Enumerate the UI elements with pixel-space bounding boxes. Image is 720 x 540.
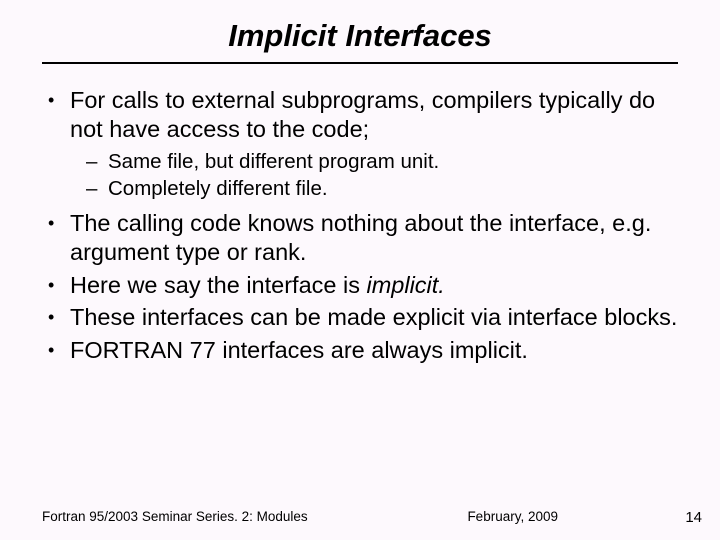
bullet-item: The calling code knows nothing about the… [42,209,678,266]
sub-bullet-item: Same file, but different program unit. [86,149,678,174]
footer-left: Fortran 95/2003 Seminar Series. 2: Modul… [42,509,308,524]
bullet-item: These interfaces can be made explicit vi… [42,303,678,332]
footer: Fortran 95/2003 Seminar Series. 2: Modul… [42,509,678,524]
slide-title: Implicit Interfaces [72,18,648,62]
bullet-item: For calls to external subprograms, compi… [42,86,678,201]
bullet-text: For calls to external subprograms, compi… [70,87,655,142]
bullet-list: For calls to external subprograms, compi… [42,86,678,365]
bullet-item: Here we say the interface is implicit. [42,271,678,300]
title-rule [42,62,678,64]
footer-date: February, 2009 [467,509,558,524]
bullet-text-italic: implicit. [367,272,445,298]
bullet-text-part: Here we say the interface is [70,272,367,298]
slide: Implicit Interfaces For calls to externa… [0,0,720,540]
sub-bullet-item: Completely different file. [86,176,678,201]
slide-content: For calls to external subprograms, compi… [42,86,678,365]
sub-bullet-list: Same file, but different program unit. C… [70,149,678,201]
bullet-item: FORTRAN 77 interfaces are always implici… [42,336,678,365]
page-number: 14 [685,509,702,526]
